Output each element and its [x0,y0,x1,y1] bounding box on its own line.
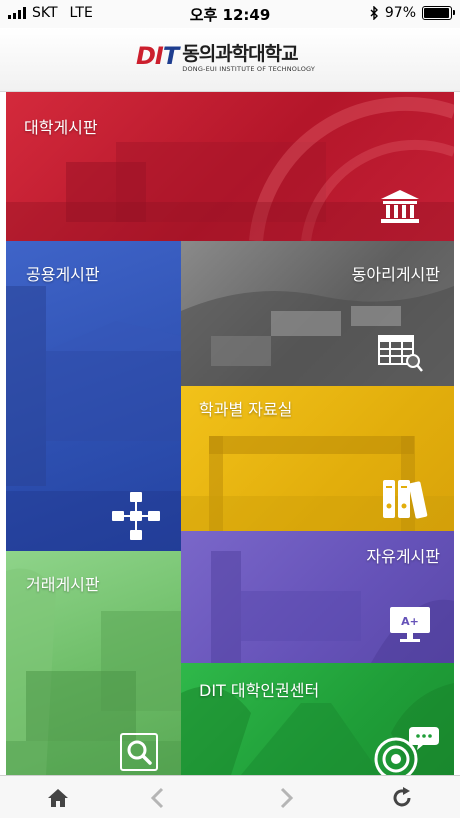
logo-subtitle: DONG-EUI INSTITUTE OF TECHNOLOGY [182,65,316,73]
network-icon [112,492,160,540]
tile-label: 자유게시판 [366,547,440,566]
forward-button[interactable] [272,784,300,812]
building-icon [381,190,419,223]
search-icon [120,733,158,771]
battery-icon [422,6,455,20]
tile-label: DIT 대학인권센터 [199,681,320,700]
table-search-icon [378,335,423,372]
logo-mark: DIT [136,42,179,70]
back-button[interactable] [144,784,172,812]
tile-trade-board[interactable]: 거래게시판 [6,551,181,775]
tile-public-board[interactable]: 공용게시판 [6,241,181,551]
tile-label: 학과별 자료실 [199,400,293,419]
status-bar: SKT LTE 오후 12:49 97% [0,0,460,28]
tile-human-rights-center[interactable]: DIT 대학인권센터 [181,663,454,775]
tile-department-archive[interactable]: 학과별 자료실 [181,386,454,531]
battery-percent: 97% [384,5,416,21]
school-logo: DIT 동의과학대학교 DONG-EUI INSTITUTE OF TECHNO… [136,44,315,74]
tile-label: 대학게시판 [24,118,98,137]
tile-label: 동아리게시판 [351,265,440,284]
refresh-icon [393,787,411,807]
tile-club-board[interactable]: 동아리게시판 [181,241,454,386]
tile-free-board[interactable]: 자유게시판 A+ [181,531,454,663]
forward-icon [280,787,294,809]
svg-text:A+: A+ [401,615,419,628]
tile-label: 공용게시판 [26,265,100,284]
logo-school-name: 동의과학대학교 [182,43,298,65]
browser-toolbar [0,775,460,818]
home-icon [48,789,68,807]
refresh-button[interactable] [388,784,416,812]
target-chat-icon [374,727,439,775]
binders-icon [383,480,428,519]
tile-label: 거래게시판 [26,575,100,594]
monitor-icon: A+ [390,607,430,642]
home-button[interactable] [44,784,72,812]
tile-university-board[interactable]: 대학게시판 [6,92,454,241]
app-header: DIT 동의과학대학교 DONG-EUI INSTITUTE OF TECHNO… [0,28,460,92]
back-icon [150,787,164,809]
bluetooth-icon [370,6,378,20]
